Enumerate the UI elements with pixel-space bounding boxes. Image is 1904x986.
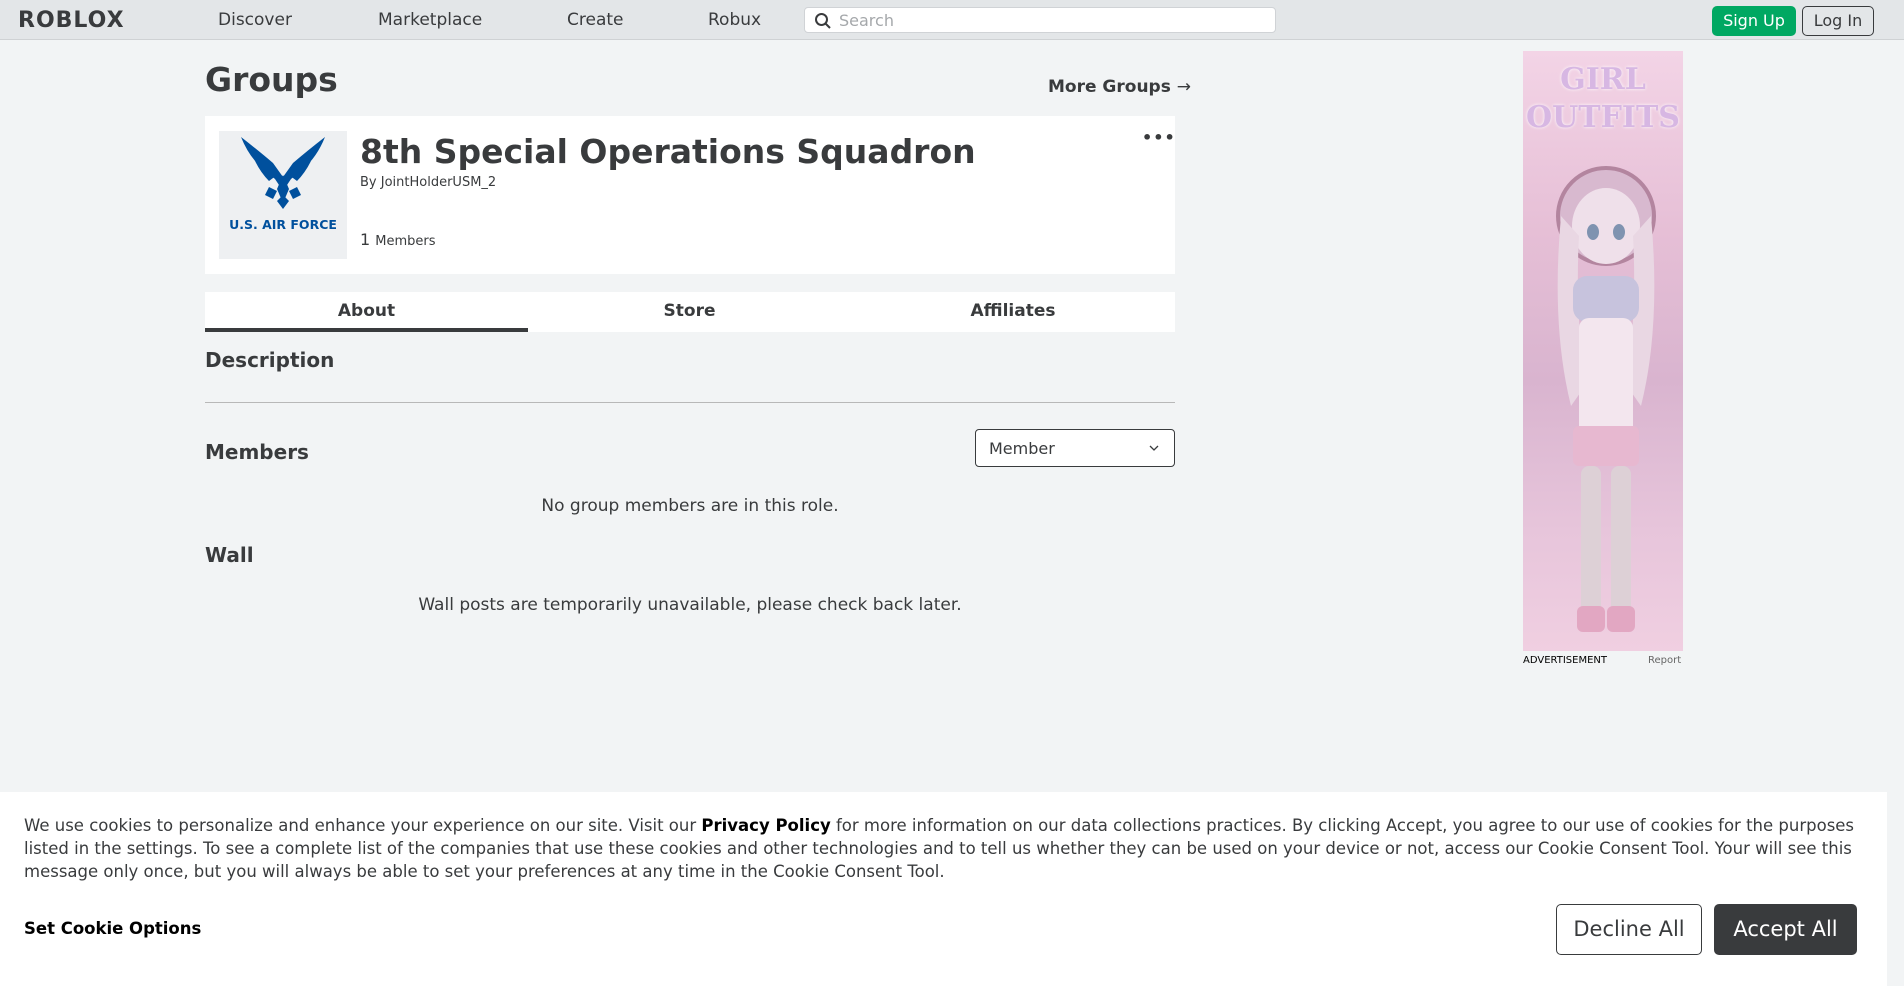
tab-affiliates[interactable]: Affiliates [851, 292, 1175, 332]
member-count-value: 1 [360, 230, 371, 249]
more-groups-label: More Groups [1048, 77, 1171, 97]
cookie-text-before: We use cookies to personalize and enhanc… [24, 816, 702, 835]
ad-headline-line2: OUTFITS [1526, 100, 1680, 135]
nav-create[interactable]: Create [567, 10, 624, 30]
nav-marketplace[interactable]: Marketplace [378, 10, 482, 30]
role-dropdown-value: Member [989, 439, 1055, 458]
set-cookie-options-link[interactable]: Set Cookie Options [24, 919, 201, 938]
owner-link[interactable]: JointHolderUSM_2 [381, 175, 496, 190]
page-scrollbar[interactable] [1887, 40, 1904, 986]
chevron-down-icon [1149, 445, 1159, 451]
group-header-card: U.S. AIR FORCE 8th Special Operations Sq… [205, 116, 1175, 274]
members-empty-message: No group members are in this role. [541, 496, 839, 516]
top-navbar: ROBLOX Discover Marketplace Create Robux… [0, 0, 1904, 40]
search-icon [815, 13, 831, 29]
group-name: 8th Special Operations Squadron [360, 132, 976, 171]
sign-up-button[interactable]: Sign Up [1712, 6, 1796, 36]
section-divider [205, 402, 1175, 403]
tab-about[interactable]: About [205, 292, 528, 332]
cookie-message: We use cookies to personalize and enhanc… [24, 814, 1864, 883]
wall-unavailable-message: Wall posts are temporarily unavailable, … [418, 595, 962, 615]
advertisement-banner[interactable]: GIRL OUTFITS [1523, 51, 1683, 651]
decline-all-button[interactable]: Decline All [1556, 904, 1702, 955]
roblox-logo[interactable]: ROBLOX [18, 8, 125, 33]
search-box[interactable] [804, 7, 1276, 33]
emblem-caption: U.S. AIR FORCE [229, 217, 337, 232]
nav-robux[interactable]: Robux [708, 10, 761, 30]
cookie-consent-banner: We use cookies to personalize and enhanc… [0, 792, 1887, 986]
arrow-right-icon: → [1176, 77, 1192, 97]
nav-discover[interactable]: Discover [218, 10, 292, 30]
group-tabs: About Store Affiliates [205, 292, 1175, 332]
group-owner-line: By JointHolderUSM_2 [360, 175, 496, 190]
ad-report-link[interactable]: Report [1648, 655, 1681, 666]
page-title: Groups [205, 60, 338, 99]
members-heading: Members [205, 440, 309, 464]
role-dropdown[interactable]: Member [975, 429, 1175, 467]
ad-headline: GIRL OUTFITS [1523, 61, 1683, 137]
more-groups-link[interactable]: More Groups → [1048, 77, 1191, 97]
ad-label: ADVERTISEMENT [1523, 655, 1608, 666]
member-count: 1 Members [360, 230, 436, 249]
air-force-emblem-icon [219, 131, 347, 259]
owner-prefix: By [360, 175, 377, 190]
avatar-illustration-icon [1556, 166, 1656, 632]
accept-all-button[interactable]: Accept All [1714, 904, 1857, 955]
ad-headline-line1: GIRL [1560, 62, 1646, 97]
group-emblem: U.S. AIR FORCE [219, 131, 347, 259]
member-count-label: Members [375, 234, 436, 249]
tab-store[interactable]: Store [528, 292, 851, 332]
privacy-policy-link[interactable]: Privacy Policy [701, 816, 830, 835]
log-in-button[interactable]: Log In [1802, 6, 1874, 36]
search-input[interactable] [839, 10, 1259, 30]
description-heading: Description [205, 348, 335, 372]
wall-heading: Wall [205, 543, 254, 567]
more-options-icon[interactable]: ••• [1142, 128, 1176, 147]
